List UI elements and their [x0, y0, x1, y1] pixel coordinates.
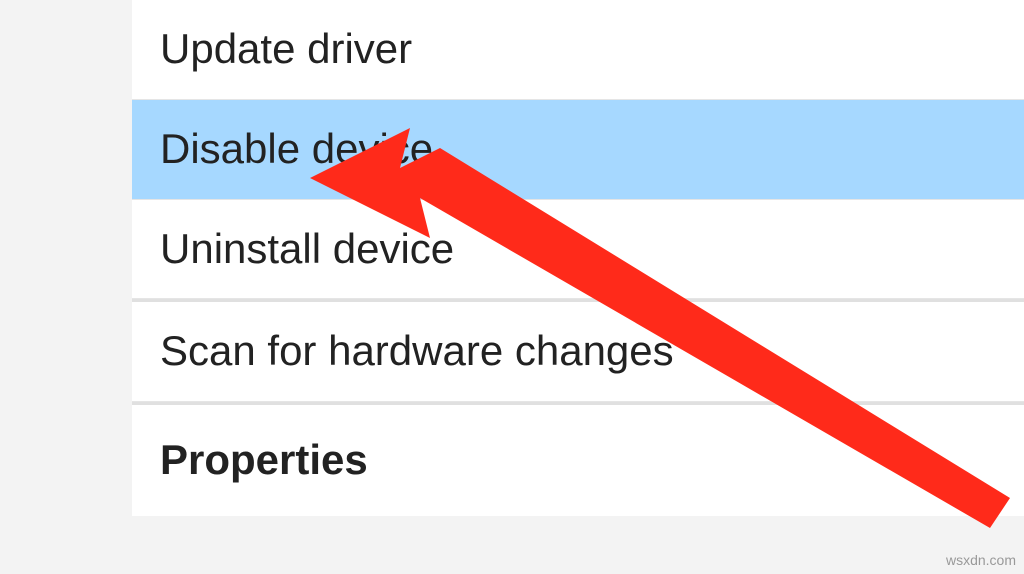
menu-item-label: Uninstall device: [160, 225, 454, 272]
menu-item-uninstall-device[interactable]: Uninstall device: [132, 200, 1024, 300]
menu-item-label: Scan for hardware changes: [160, 327, 674, 374]
menu-item-label: Update driver: [160, 25, 412, 72]
menu-item-label: Properties: [160, 436, 368, 483]
menu-item-update-driver[interactable]: Update driver: [132, 0, 1024, 100]
watermark-text: wsxdn.com: [946, 552, 1016, 568]
menu-item-scan-hardware[interactable]: Scan for hardware changes: [132, 302, 1024, 402]
menu-item-disable-device[interactable]: Disable device: [132, 100, 1024, 200]
context-menu: Update driver Disable device Uninstall d…: [132, 0, 1024, 516]
menu-item-properties[interactable]: Properties: [132, 405, 1024, 516]
menu-item-label: Disable device: [160, 125, 433, 172]
